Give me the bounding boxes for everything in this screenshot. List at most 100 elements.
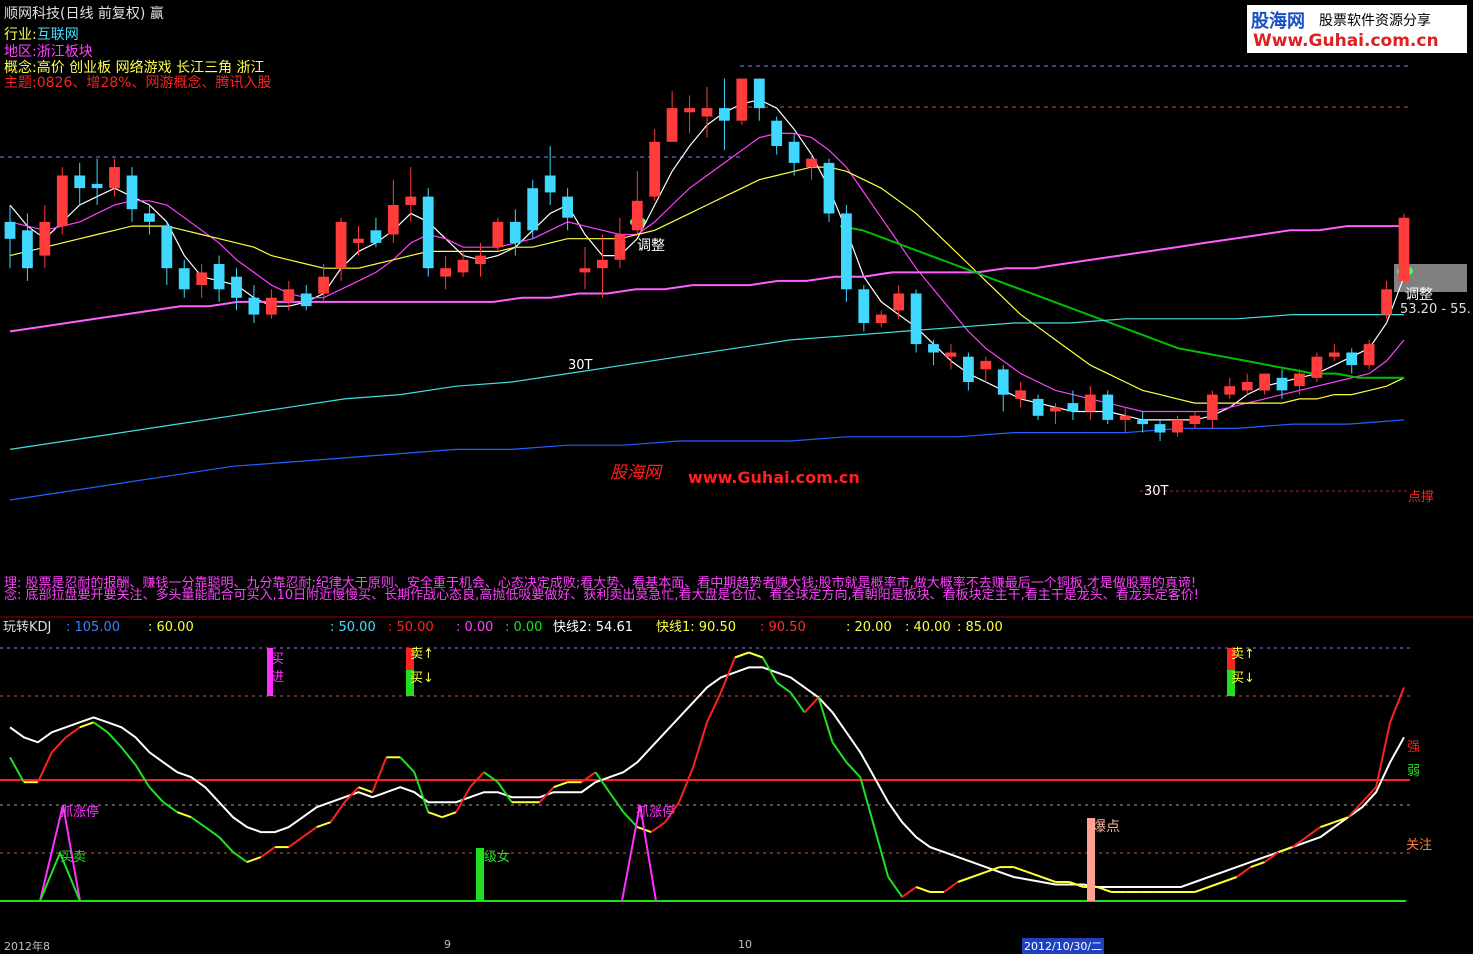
kdj-fast-segment [650,821,666,833]
candle-body [858,289,870,323]
kdj-fast-segment [957,876,973,883]
kdj-grid [0,647,1410,902]
candle-body [318,276,329,294]
candlesticks [4,78,1410,442]
kdj-fast-segment [845,761,862,778]
kdj-fast-segment [678,766,695,803]
candle-body [370,230,382,243]
kdj-fast-segment [455,786,471,813]
kdj-v4: : 50.00 [388,620,434,635]
kdj-slow-line [9,666,1405,888]
kdj-fast-segment [873,826,890,878]
candle-body [109,167,120,189]
kdj-fast-segment [971,871,987,878]
candle-body [283,289,295,302]
kdj-fast-segment [1027,871,1042,878]
kdj-fast-segment [748,651,764,659]
candle-body [266,297,277,315]
kdj-fast-segment [803,696,820,714]
kdj-fast-segment [371,756,388,793]
candle-body [1189,415,1201,425]
candle-body [1311,356,1323,378]
kdj-fast-segment [692,722,708,768]
date-axis-3: 10 [738,938,752,951]
date-axis-2: 9 [444,938,451,951]
kdj-buy-label-2: 进 [271,670,285,685]
candle-body [231,276,242,298]
kdj-v12: : 85.00 [957,620,1003,635]
candle-body [788,141,800,163]
candle-body [1294,373,1305,387]
kdj-sell-up-2: 卖↑ [1231,647,1255,662]
candle-body [492,221,504,248]
candle-body [997,369,1009,395]
logo-cn: 股海网 [1251,11,1305,32]
industry-label: 行业: [4,27,37,43]
t30-label-2: 30T [1144,484,1169,499]
kdj-fast-segment [9,756,25,783]
candle-body [387,205,399,235]
candle-body [1067,403,1079,412]
kdj-fast-segment [1041,876,1056,883]
kdj-v10: : 20.00 [846,620,892,635]
kdj-watch: 关注 [1406,838,1433,853]
candle-body [928,344,939,353]
candle-body [457,259,469,273]
ma-line-ma_long [9,419,1405,501]
candle-body [1398,217,1410,281]
candle-body [771,120,783,146]
kdj-v1: : 105.00 [66,620,120,635]
candle-body [1084,394,1096,412]
concept-label: 概念: [4,60,37,76]
region-value[interactable]: 浙江板块 [37,44,93,60]
candle-body [701,108,713,117]
industry-value[interactable]: 互联网 [37,27,79,43]
candle-body [544,175,556,193]
concept-value[interactable]: 高价 创业板 网络游戏 长江三角 浙江 [37,60,265,76]
kdj-fast-segment [1250,861,1265,869]
candle-body [1154,424,1166,433]
candle-body [213,264,225,290]
candle-body [806,158,817,168]
kdj-fast-segment [538,786,555,803]
candle-body [74,175,86,189]
candle-body [22,230,33,269]
window-title: 顺网科技(日线 前复权) 赢 [4,6,164,22]
kdj-fast-segment [343,786,360,803]
kdj-name[interactable]: 玩转KDJ [3,620,51,636]
kdj-weak: 弱 [1407,764,1421,779]
kdj-sell-down-2: 买↓ [1231,671,1255,686]
candle-body [196,272,208,285]
candle-body [1050,407,1061,412]
candle-body [597,259,608,269]
kdj-fast-segment [553,781,568,789]
kdj-fast-segment [887,876,904,898]
kdj-fast-segment [915,886,931,893]
kdj-lines [9,651,1405,898]
kdj-v6: : 0.00 [505,620,543,635]
kdj-fast-segment [734,651,750,659]
kdj-v8: 快线1: 90.50 [656,620,736,635]
kdj-v7: 快线2: 54.61 [553,620,633,635]
candle-body [1363,344,1375,366]
kdj-v9: : 90.50 [760,620,806,635]
kdj-fast-segment [358,786,373,794]
kdj-fast-segment [65,726,81,739]
candle-body [562,196,573,218]
candle-body [178,268,190,290]
kdj-sell-up-1: 卖↑ [410,647,434,662]
candle-body [527,188,539,231]
candle-body [579,268,591,273]
kdj-limit-up-2: 抓涨停 [636,805,676,820]
candle-body [422,196,434,269]
candle-body [753,78,765,109]
kdj-bottom-buy: 买卖 [60,850,87,865]
candle-body [736,78,748,121]
scroll-text-2: 念: 底部拉盘要开要关注、多头量能配合可买入,10日附近慢慢买、长期作战心态良,… [4,588,1199,603]
candle-body [300,293,312,307]
kdj-fast-segment [761,657,778,683]
price-grid [0,65,1473,618]
date-axis-1: 2012年8 [4,940,50,953]
kdj-buy-label: 买 [271,652,285,667]
kdj-fast-segment [36,751,53,783]
